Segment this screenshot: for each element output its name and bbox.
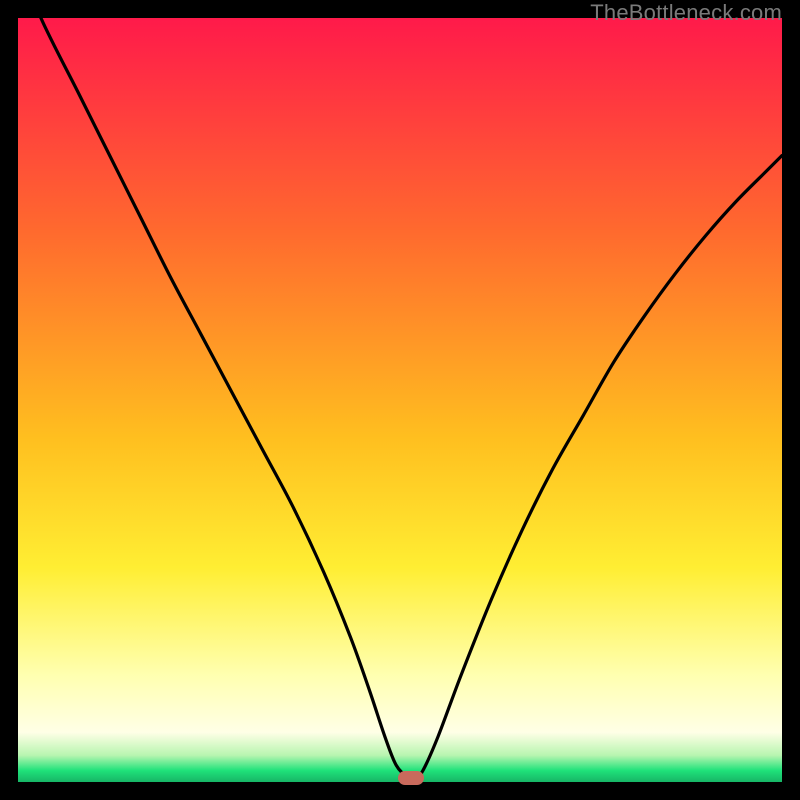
- bottleneck-chart: [18, 18, 782, 782]
- optimal-point-marker: [398, 771, 424, 785]
- watermark-text: TheBottleneck.com: [590, 0, 782, 26]
- bottleneck-curve: [18, 18, 782, 782]
